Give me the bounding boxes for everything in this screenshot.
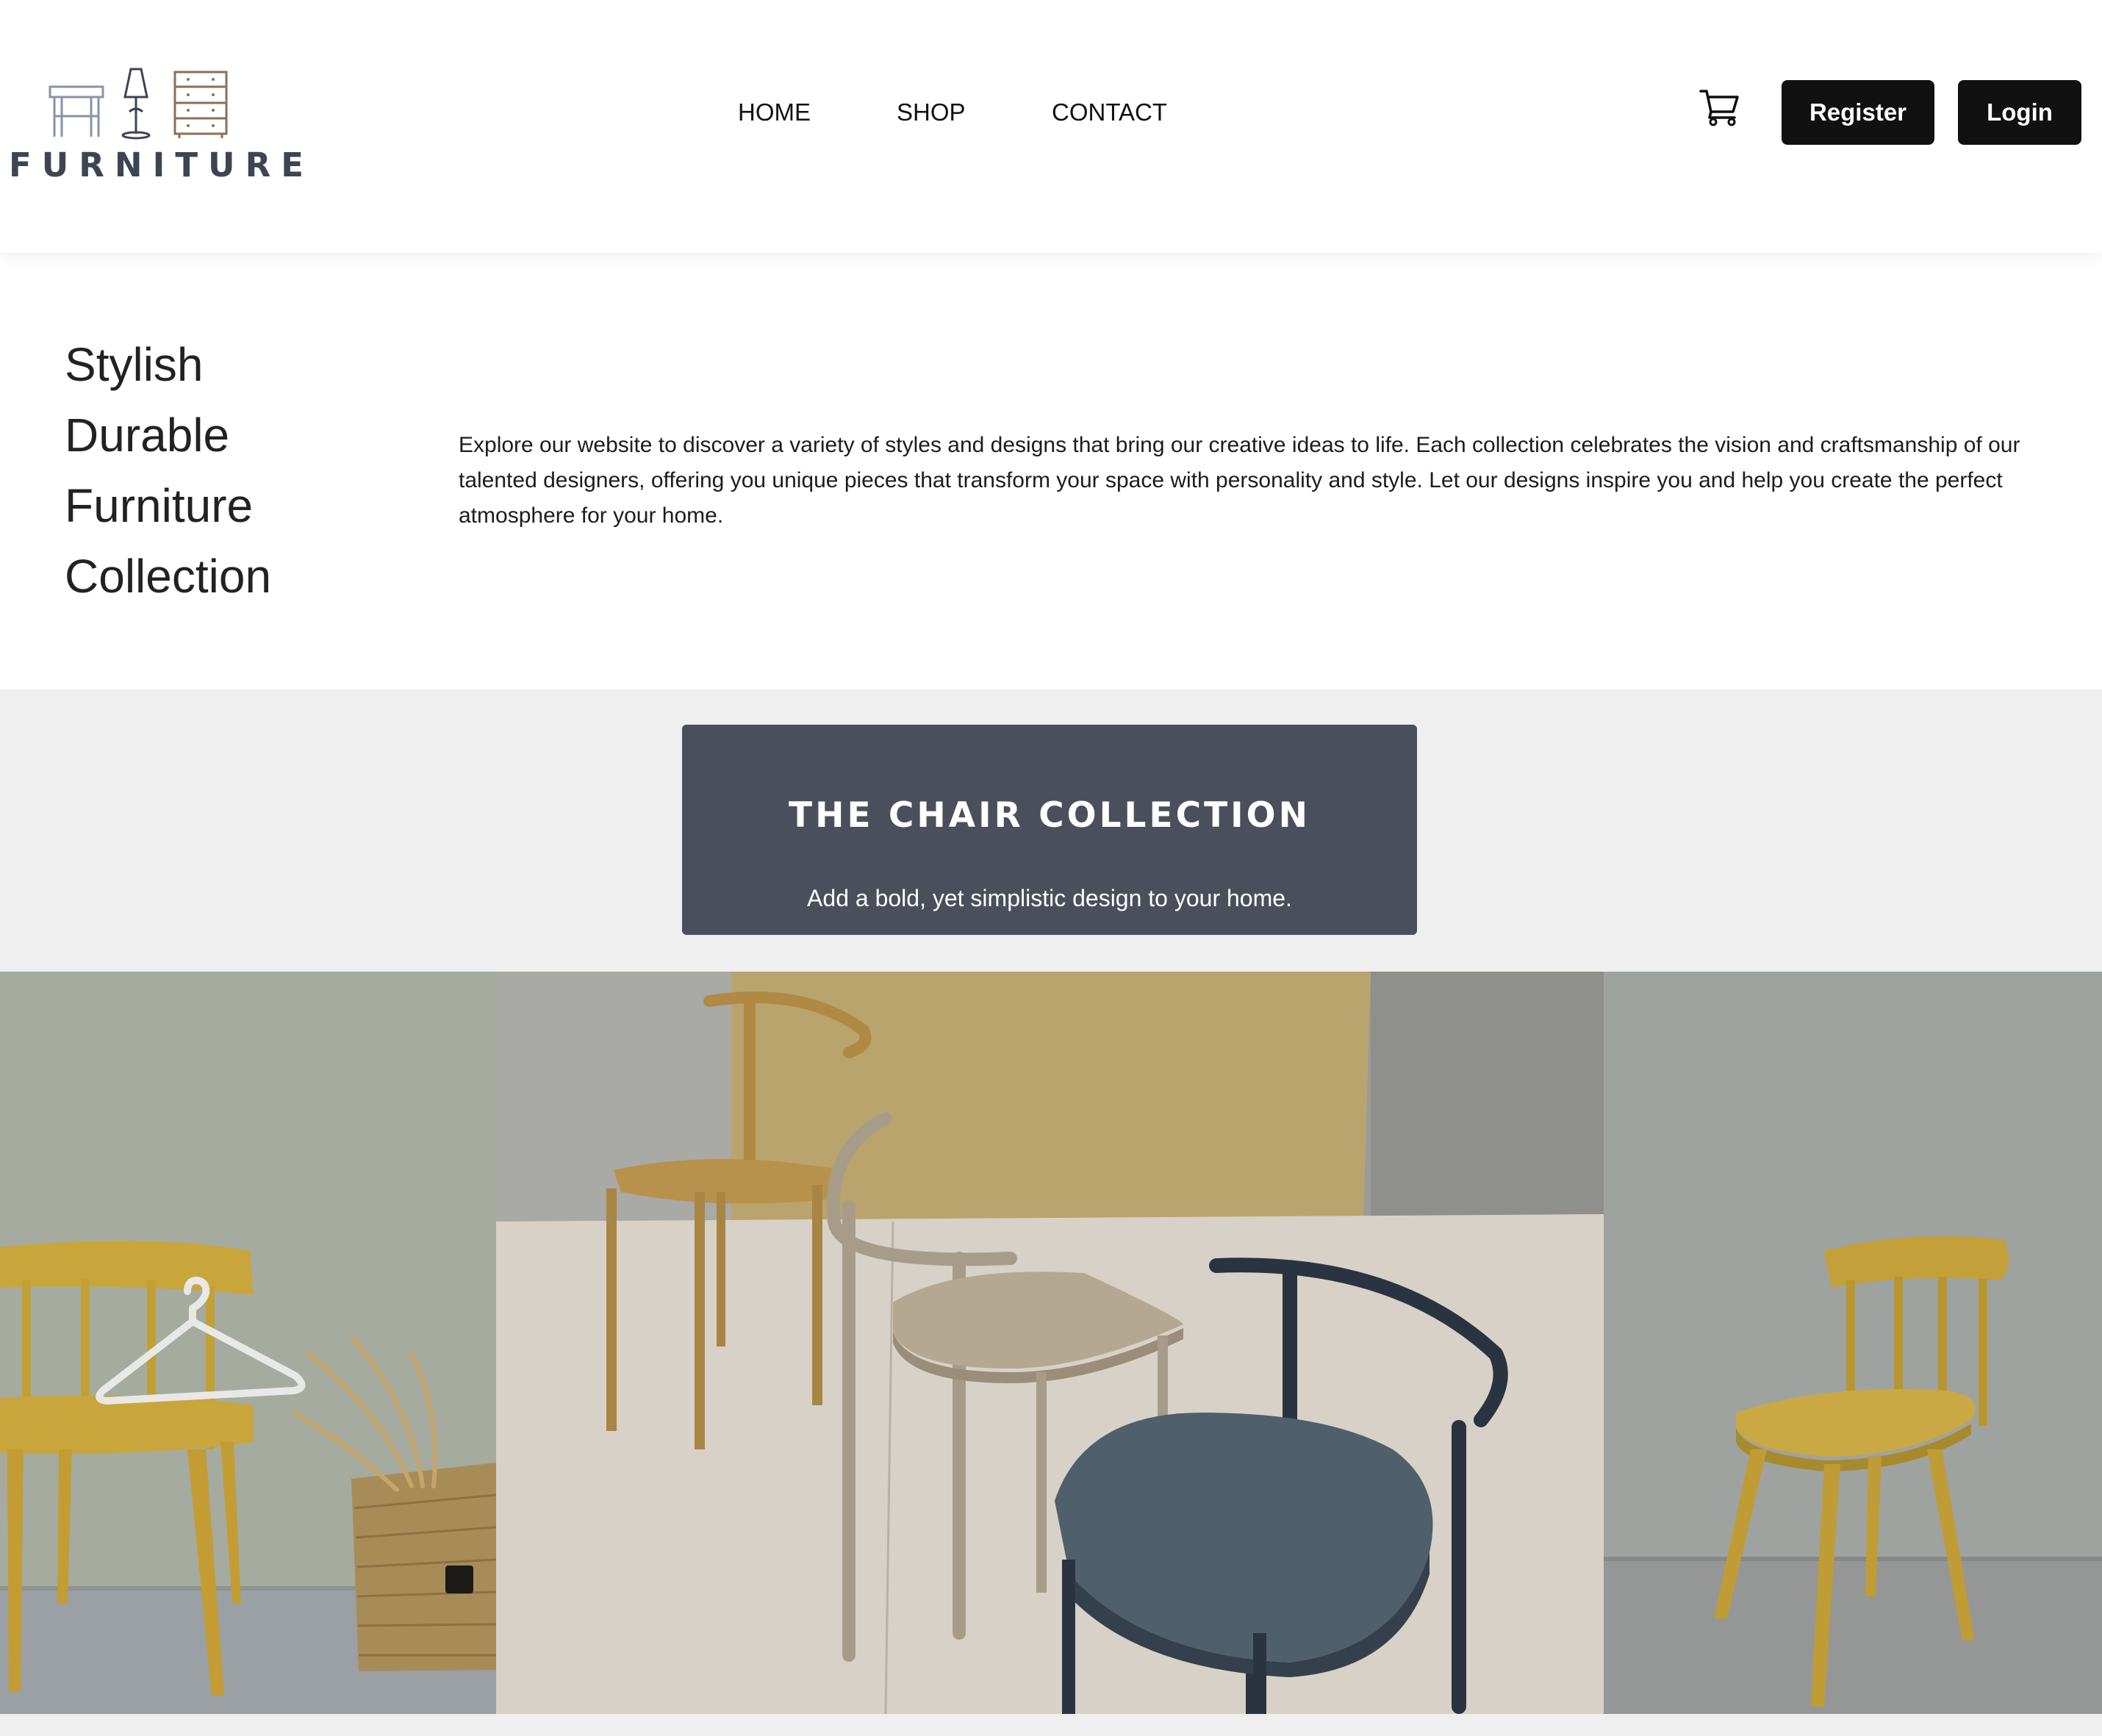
login-button[interactable]: Login <box>1958 80 2081 145</box>
page-headline: Stylish Durable Furniture Collection <box>65 329 271 611</box>
chair-photo-left[interactable] <box>0 972 496 1714</box>
cart-icon[interactable] <box>1699 88 1740 126</box>
nav-shop[interactable]: SHOP <box>897 98 966 126</box>
intro-paragraph: Explore our website to discover a variet… <box>459 433 2020 528</box>
headline-line: Stylish <box>65 338 204 391</box>
page-bottom <box>0 1714 2102 1736</box>
headline-line: Furniture <box>65 479 254 532</box>
headline-line: Durable <box>65 409 230 462</box>
brand-logo[interactable]: FURNITURE <box>9 62 314 187</box>
intro-section: Stylish Durable Furniture Collection Exp… <box>0 253 2102 689</box>
headline-line: Collection <box>65 550 272 603</box>
chair-photo-center[interactable] <box>496 972 1604 1714</box>
nav-contact[interactable]: CONTACT <box>1052 98 1167 126</box>
collection-section: THE CHAIR COLLECTION Add a bold, yet sim… <box>0 689 2102 972</box>
furniture-logo-icon <box>49 68 228 140</box>
register-button[interactable]: Register <box>1782 80 1934 145</box>
collection-title: THE CHAIR COLLECTION <box>789 795 1310 836</box>
chair-photo-gallery <box>0 972 2102 1714</box>
chair-photo-right[interactable] <box>1604 972 2102 1714</box>
collection-banner[interactable]: THE CHAIR COLLECTION Add a bold, yet sim… <box>682 725 1417 935</box>
site-header: FURNITURE HOME SHOP CONTACT Register Log… <box>0 0 2102 253</box>
collection-subtitle: Add a bold, yet simplistic design to you… <box>807 885 1292 911</box>
nav-home[interactable]: HOME <box>738 98 811 126</box>
brand-wordmark: FURNITURE <box>9 146 314 184</box>
